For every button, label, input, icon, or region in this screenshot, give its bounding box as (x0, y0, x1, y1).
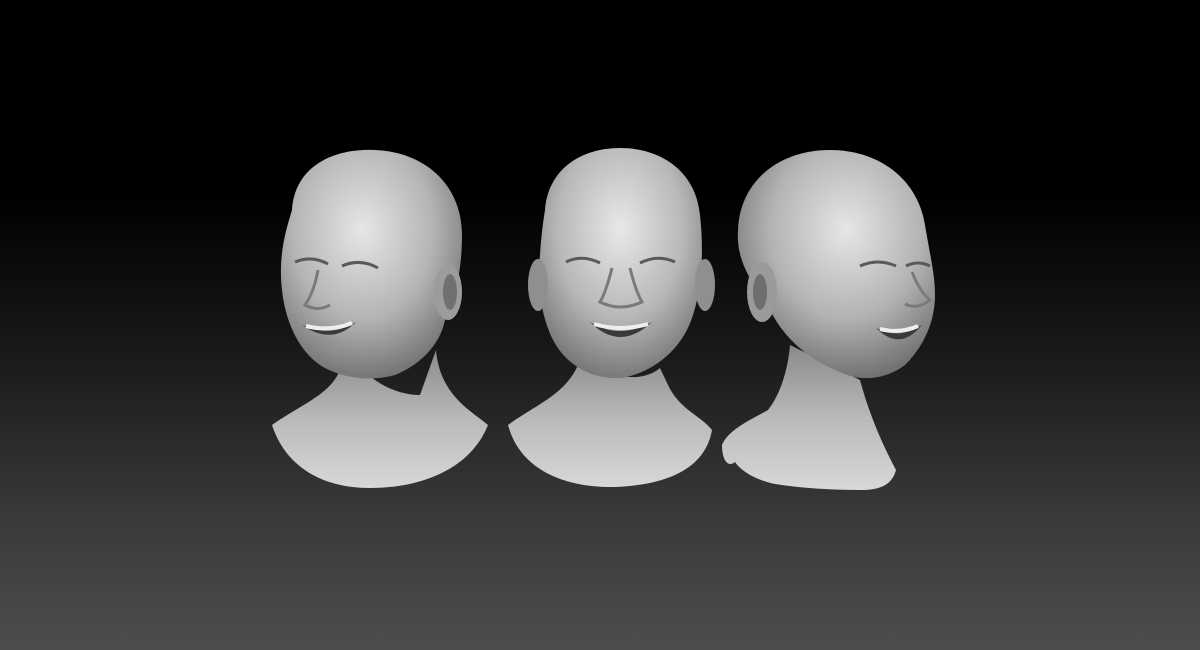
busts-render (272, 148, 935, 490)
bust-front (508, 148, 715, 488)
bust-three-quarter-right (722, 150, 935, 490)
sculpt-viewport (0, 0, 1200, 650)
bust-three-quarter-left (272, 149, 488, 488)
